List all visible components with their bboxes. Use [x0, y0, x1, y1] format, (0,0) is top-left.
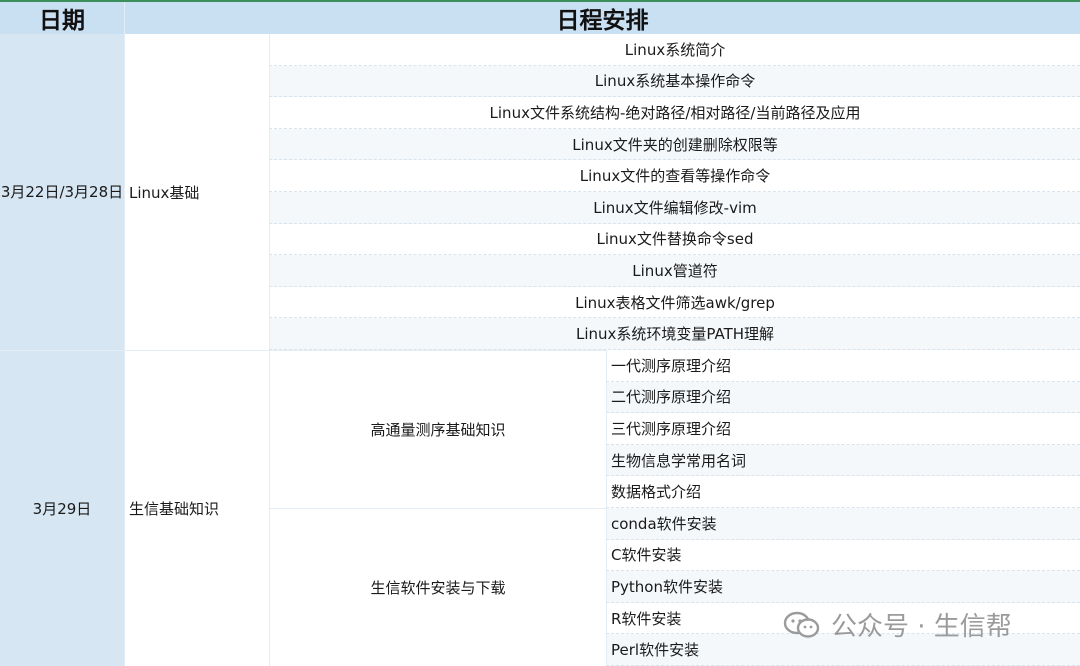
- schedule-item: Linux文件系统结构-绝对路径/相对路径/当前路径及应用: [269, 97, 1080, 129]
- schedule-item: conda软件安装: [606, 508, 1080, 540]
- wechat-icon: [783, 611, 820, 638]
- schedule-table: 日期 日程安排 3月22日/3月28日 Linux基础 Linux系统简介 Lin…: [0, 0, 1080, 666]
- date-cell: 3月22日/3月28日: [0, 34, 124, 350]
- schedule-item: Linux表格文件筛选awk/grep: [269, 286, 1080, 319]
- topic-cell: Linux基础: [124, 34, 269, 350]
- schedule-item: 一代测序原理介绍: [606, 350, 1080, 382]
- schedule-item: 生物信息学常用名词: [606, 444, 1080, 477]
- schedule-item: Linux文件编辑修改-vim: [269, 192, 1080, 224]
- watermark-text: 公众号 · 生信帮: [831, 612, 1012, 642]
- schedule-item: 三代测序原理介绍: [606, 413, 1080, 445]
- schedule-item: Linux文件夹的创建删除权限等: [269, 128, 1080, 161]
- schedule-item: Linux管道符: [269, 255, 1080, 287]
- header-date: 日期: [0, 2, 124, 34]
- header-schedule: 日程安排: [124, 2, 1080, 34]
- subgroup-title: 高通量测序基础知识: [269, 350, 606, 508]
- schedule-item: Linux系统基本操作命令: [269, 65, 1080, 98]
- schedule-item: Linux系统环境变量PATH理解: [269, 318, 1080, 350]
- schedule-item: 数据格式介绍: [606, 476, 1080, 508]
- topic-cell: 生信基础知识: [124, 350, 269, 666]
- schedule-item: Linux文件替换命令sed: [269, 223, 1080, 256]
- schedule-item: C软件安装: [606, 539, 1080, 572]
- schedule-item: Linux系统简介: [269, 34, 1080, 66]
- watermark: 公众号 · 生信帮: [783, 606, 1012, 643]
- schedule-item: Python软件安装: [606, 571, 1080, 603]
- subgroup-title: 生信软件安装与下载: [269, 508, 606, 666]
- schedule-item: Linux文件的查看等操作命令: [269, 160, 1080, 192]
- schedule-item: 二代测序原理介绍: [606, 381, 1080, 414]
- date-cell: 3月29日: [0, 350, 124, 666]
